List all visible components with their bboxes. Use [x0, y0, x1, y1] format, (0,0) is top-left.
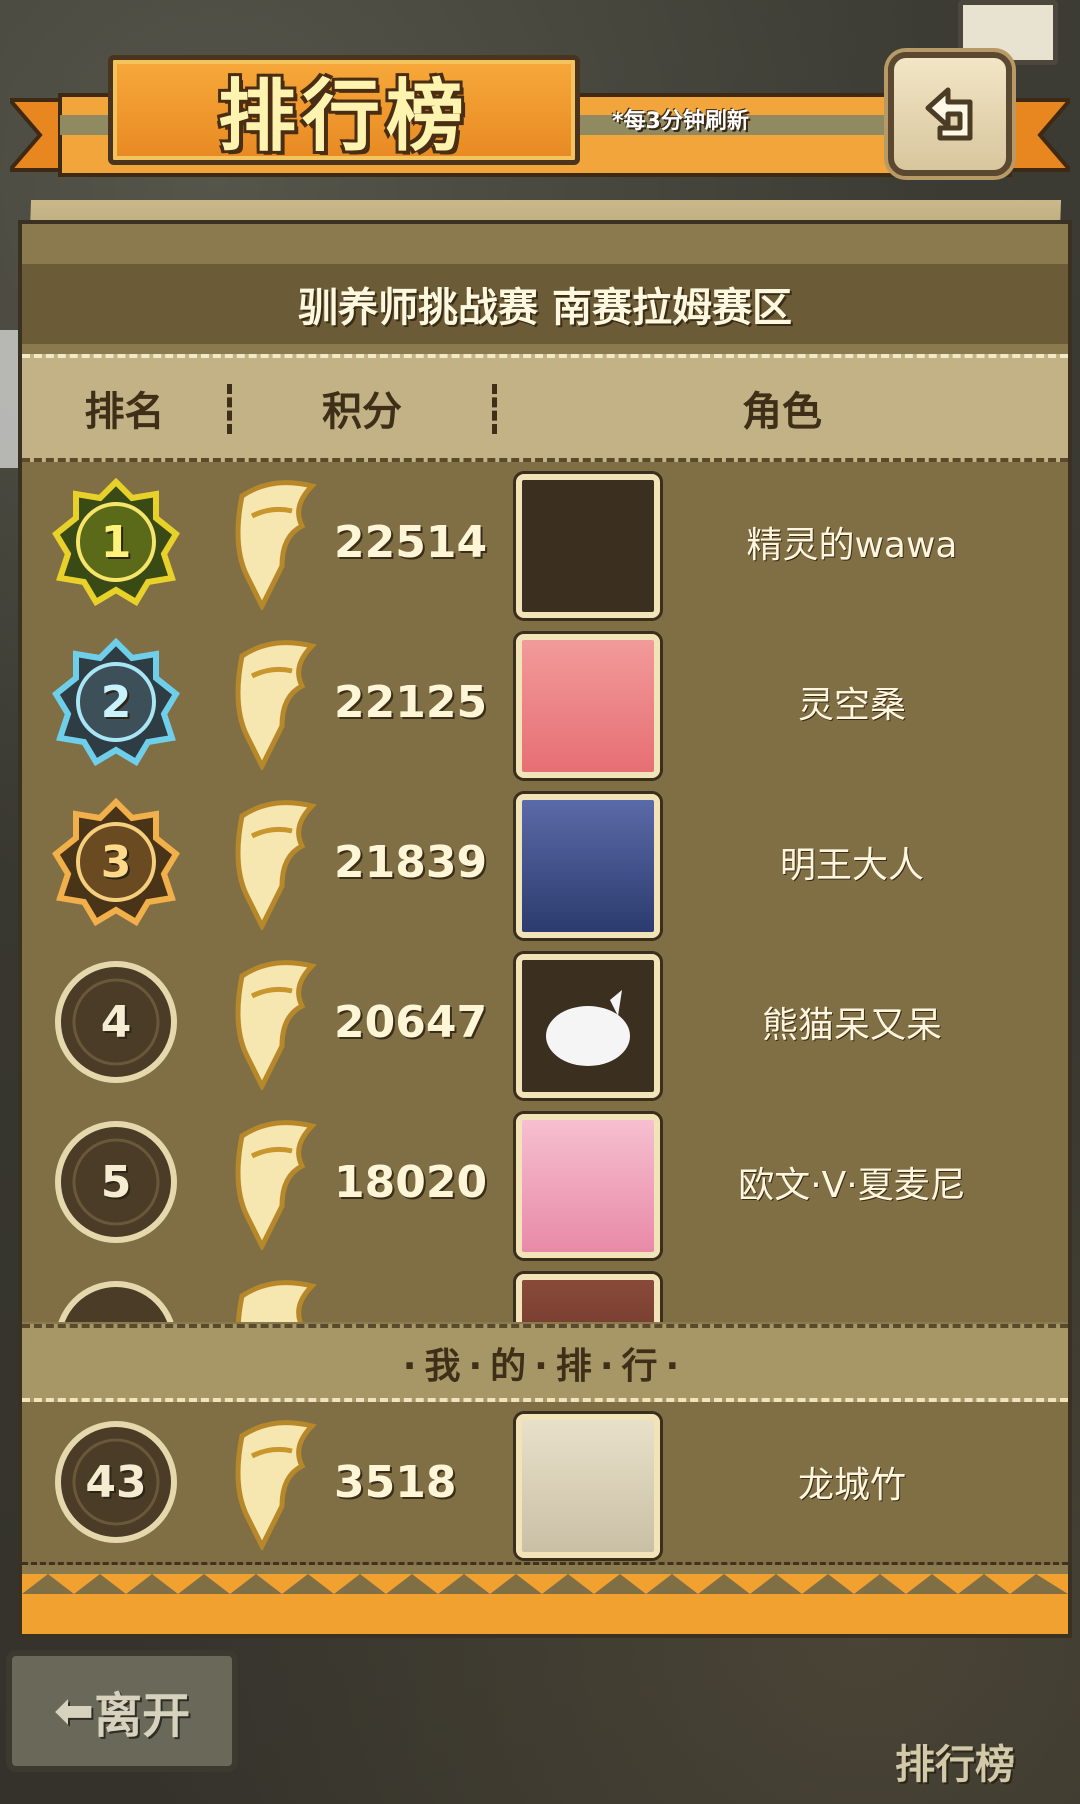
score-value: 21839 [334, 836, 488, 888]
rank-badge: 2 [52, 638, 180, 766]
winged-trophy-icon [235, 1120, 317, 1250]
rank-badge: 1 [52, 478, 180, 606]
rank-badge: 5 [52, 1118, 180, 1246]
leaderboard-row[interactable]: 1 22514 精灵的wawa [22, 462, 1068, 625]
back-arrow-icon [925, 87, 973, 141]
refresh-note: *每3分钟刷新 [612, 109, 749, 134]
winged-trophy-icon [235, 800, 317, 930]
leaderboard-row[interactable]: 3 21839 明王大人 [22, 782, 1068, 945]
avatar[interactable] [516, 1414, 660, 1558]
rank-number: 4 [100, 996, 132, 1048]
column-rank-header: 排名 [84, 389, 165, 435]
winged-trophy-icon [235, 960, 317, 1090]
winged-trophy-icon [235, 640, 317, 770]
avatar[interactable] [516, 474, 660, 618]
ranking-panel: 驯养师挑战赛 南赛拉姆赛区 排名 积分 角色 1 22514 精灵的wawa 2… [18, 220, 1072, 1638]
player-name: 熊猫呆又呆 [761, 1005, 942, 1046]
rank-badge [52, 1278, 180, 1322]
rank-badge: 4 [52, 958, 180, 1086]
score-value: 3518 [334, 1456, 457, 1508]
leaderboard-list[interactable]: 1 22514 精灵的wawa 2 22125 灵空桑 3 21839 明王大人… [22, 462, 1068, 1322]
rank-number: 1 [100, 516, 132, 568]
subtitle-bar: 驯养师挑战赛 南赛拉姆赛区 [22, 264, 1068, 344]
plain-rank-badge-icon [58, 1281, 174, 1322]
rank-badge: 43 [52, 1418, 180, 1546]
avatar[interactable] [516, 1114, 660, 1258]
player-name: 明王大人 [779, 845, 924, 886]
leave-button[interactable]: ⬅ 离开 [6, 1650, 238, 1772]
avatar[interactable] [516, 634, 660, 778]
winged-trophy-icon [235, 1280, 317, 1322]
avatar-ghost-image [546, 990, 630, 1066]
winged-trophy-icon [235, 480, 317, 610]
winged-trophy-icon [235, 1420, 317, 1550]
page-title: 排行榜 [217, 72, 470, 162]
rank-number: 43 [85, 1456, 147, 1508]
rank-number: 3 [100, 836, 132, 888]
title-plate: 排行榜 [108, 55, 580, 165]
left-arrow-icon: ⬅ [53, 1683, 95, 1739]
score-value: 20647 [334, 996, 488, 1048]
leave-label: 离开 [94, 1688, 191, 1744]
leaderboard-row[interactable]: 4 20647 熊猫呆又呆 [22, 942, 1068, 1105]
rank-number: 2 [100, 676, 132, 728]
my-ranking-row[interactable]: 43 3518 龙城竹 [22, 1402, 1068, 1565]
score-value: 18020 [334, 1156, 488, 1208]
event-subtitle: 驯养师挑战赛 南赛拉姆赛区 [298, 285, 792, 331]
leaderboard-row[interactable]: 5 18020 欧文·V·夏麦尼 [22, 1102, 1068, 1265]
my-ranking-divider: ·我·的·排·行· [22, 1324, 1068, 1402]
column-score-header: 积分 [322, 389, 402, 435]
player-name: 灵空桑 [797, 685, 906, 726]
player-name: 欧文·V·夏麦尼 [738, 1165, 966, 1206]
column-role-header: 角色 [742, 389, 822, 435]
rank-number: 5 [100, 1156, 132, 1208]
leaderboard-row[interactable]: 2 22125 灵空桑 [22, 622, 1068, 785]
leaderboard-row[interactable] [22, 1262, 1068, 1322]
back-button[interactable] [888, 52, 1012, 176]
avatar[interactable] [516, 954, 660, 1098]
leaderboard-tab-label: 排行榜 [895, 1742, 1015, 1788]
panel-zigzag-border [22, 1574, 1068, 1634]
score-value: 22514 [334, 516, 488, 568]
table-header: 排名 积分 角色 [22, 354, 1068, 462]
rank-badge: 3 [52, 798, 180, 926]
player-name: 精灵的wawa [746, 525, 958, 566]
score-value: 22125 [334, 676, 488, 728]
my-ranking-label: ·我·的·排·行· [402, 1346, 688, 1387]
avatar[interactable] [516, 794, 660, 938]
leaderboard-tab-button[interactable]: 排行榜 [860, 1630, 1050, 1790]
player-name: 龙城竹 [797, 1465, 906, 1506]
avatar[interactable] [516, 1274, 660, 1322]
